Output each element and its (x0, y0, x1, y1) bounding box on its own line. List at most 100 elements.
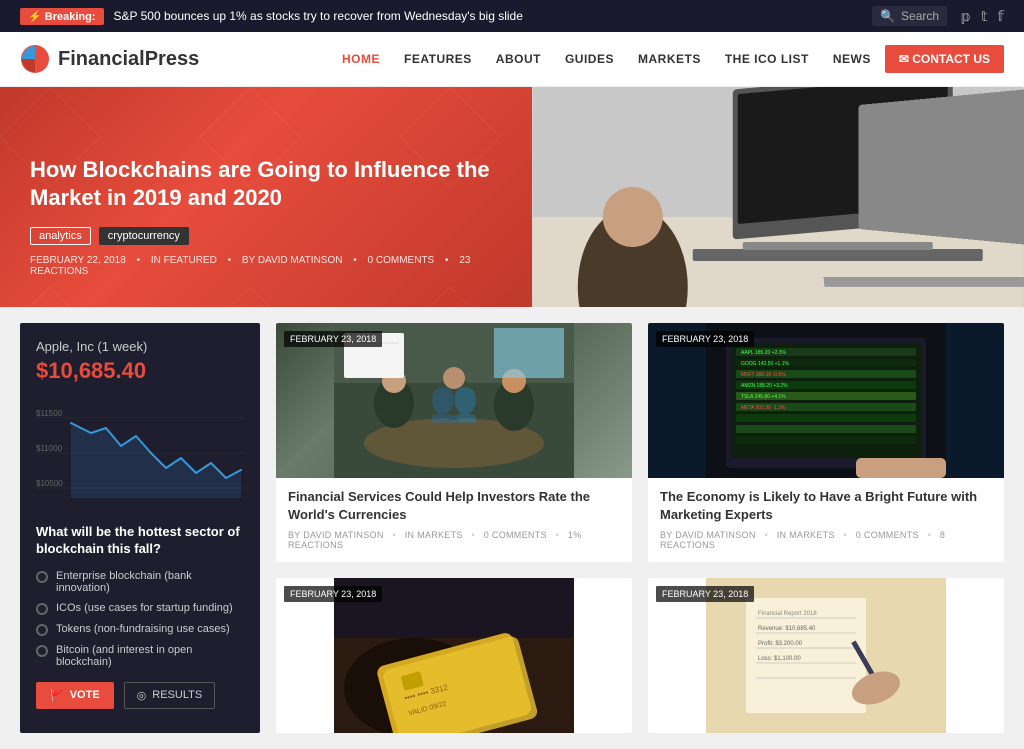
vote-label: VOTE (70, 689, 100, 701)
breaking-text: S&P 500 bounces up 1% as stocks try to r… (114, 9, 523, 23)
svg-text:$10500: $10500 (36, 479, 63, 488)
logo[interactable]: FinancialPress (20, 44, 199, 74)
article-date-4: FEBRUARY 23, 2018 (656, 586, 754, 602)
article-img-4: Financial Report 2018 Revenue: $10,685.4… (648, 578, 1004, 733)
article-meta-2: BY DAVID MATINSON • IN MARKETS • 0 COMME… (660, 530, 992, 550)
hero-date: FEBRUARY 22, 2018 (30, 255, 126, 266)
poll-option-1[interactable]: Enterprise blockchain (bank innovation) (36, 570, 244, 594)
header: FinancialPress HOME FEATURES ABOUT GUIDE… (0, 32, 1024, 87)
poll-option-4-label: Bitcoin (and interest in open blockchain… (56, 644, 244, 668)
poll-radio-1[interactable] (36, 571, 48, 583)
nav-guides[interactable]: GUIDES (555, 46, 624, 72)
stock-price: $10,685.40 (36, 358, 244, 384)
svg-text:META 502.30 -1.2%: META 502.30 -1.2% (741, 405, 786, 411)
search-icon: 🔍 (880, 9, 895, 23)
svg-text:$11000: $11000 (36, 444, 63, 453)
article-title-2: The Economy is Likely to Have a Bright F… (660, 488, 992, 524)
nav-about[interactable]: ABOUT (486, 46, 551, 72)
hero-meta: FEBRUARY 22, 2018 • IN FEATURED • BY DAV… (30, 255, 502, 277)
hero-author: BY DAVID MATINSON (242, 255, 343, 266)
results-label: RESULTS (152, 689, 202, 701)
breaking-left: ⚡ Breaking: S&P 500 bounces up 1% as sto… (20, 8, 523, 25)
poll-title: What will be the hottest sector of block… (36, 524, 244, 558)
search-bar[interactable]: 🔍 Search (872, 6, 947, 26)
stock-name: Apple, Inc (1 week) (36, 339, 244, 354)
article-card-4[interactable]: Financial Report 2018 Revenue: $10,685.4… (648, 578, 1004, 733)
article-card-2[interactable]: AAPL 185.20 +2.3% GOOG 142.50 +1.1% MSFT… (648, 323, 1004, 562)
svg-text:Financial Report 2018: Financial Report 2018 (758, 611, 817, 617)
search-placeholder: Search (901, 9, 939, 23)
article-title-1: Financial Services Could Help Investors … (288, 488, 620, 524)
twitter-icon[interactable]: 𝕥 (981, 8, 988, 25)
article-img-2: AAPL 185.20 +2.3% GOOG 142.50 +1.1% MSFT… (648, 323, 1004, 478)
breaking-label: ⚡ Breaking: (20, 8, 104, 25)
breaking-bar: ⚡ Breaking: S&P 500 bounces up 1% as sto… (0, 0, 1024, 32)
article-date-1: FEBRUARY 23, 2018 (284, 331, 382, 347)
hero-content: How Blockchains are Going to Influence t… (0, 87, 532, 307)
hero-dot1: • (137, 255, 141, 266)
article-meta-1: BY DAVID MATINSON • IN MARKETS • 0 COMME… (288, 530, 620, 550)
svg-text:Loss: $1,100.00: Loss: $1,100.00 (758, 656, 801, 662)
hero-tag-crypto[interactable]: cryptocurrency (99, 227, 189, 245)
facebook-icon[interactable]: 𝕗 (997, 8, 1004, 25)
pinterest-icon[interactable]: 𝕡 (961, 8, 971, 25)
article-section-1: IN MARKETS (405, 530, 463, 540)
logo-text-bold: Press (145, 48, 200, 70)
svg-text:GOOG 142.50 +1.1%: GOOG 142.50 +1.1% (741, 361, 789, 367)
article-date-3: FEBRUARY 23, 2018 (284, 586, 382, 602)
poll-option-2-label: ICOs (use cases for startup funding) (56, 602, 233, 614)
chart-icon: ◎ (137, 689, 147, 702)
poll-radio-4[interactable] (36, 645, 48, 657)
nav-markets[interactable]: MARKETS (628, 46, 711, 72)
poll-buttons: 🚩 VOTE ◎ RESULTS (36, 682, 244, 709)
nav-news[interactable]: NEWS (823, 46, 881, 72)
hero-section: IN FEATURED (151, 255, 217, 266)
svg-text:TSLA 245.80 +4.1%: TSLA 245.80 +4.1% (741, 394, 786, 400)
poll-option-3[interactable]: Tokens (non-fundraising use cases) (36, 623, 244, 636)
nav-features[interactable]: FEATURES (394, 46, 482, 72)
hero-comments: 0 COMMENTS (368, 255, 435, 266)
svg-text:$11500: $11500 (36, 409, 63, 418)
article-comments-1: 0 COMMENTS (484, 530, 547, 540)
poll-radio-2[interactable] (36, 603, 48, 615)
results-button[interactable]: ◎ RESULTS (124, 682, 216, 709)
hero-scene-bg (532, 87, 1024, 307)
hero-tags: analytics cryptocurrency (30, 227, 502, 245)
logo-text: FinancialPress (58, 48, 199, 71)
article-date-2: FEBRUARY 23, 2018 (656, 331, 754, 347)
hero-dot2: • (228, 255, 232, 266)
article-card-1[interactable]: FEBRUARY 23, 2018 Financial Services Cou… (276, 323, 632, 562)
article-author-2: BY DAVID MATINSON (660, 530, 756, 540)
nav-ico-list[interactable]: THE ICO LIST (715, 46, 819, 72)
svg-text:AAPL 185.20 +2.3%: AAPL 185.20 +2.3% (741, 350, 787, 356)
social-icons: 𝕡 𝕥 𝕗 (961, 8, 1004, 25)
main-content: Apple, Inc (1 week) $10,685.40 $11500 $1… (0, 307, 1024, 749)
svg-text:MSFT 380.10 -0.5%: MSFT 380.10 -0.5% (741, 372, 786, 378)
poll-option-3-label: Tokens (non-fundraising use cases) (56, 623, 230, 635)
hero-section: How Blockchains are Going to Influence t… (0, 87, 1024, 307)
vote-button[interactable]: 🚩 VOTE (36, 682, 114, 709)
nav-home[interactable]: HOME (332, 46, 390, 72)
sidebar: Apple, Inc (1 week) $10,685.40 $11500 $1… (20, 323, 260, 733)
poll-option-4[interactable]: Bitcoin (and interest in open blockchain… (36, 644, 244, 668)
article-card-3[interactable]: •••• •••• 3312 VALID 09/22 FEBRUARY 23, … (276, 578, 632, 733)
svg-text:AMZN 188.20 +3.2%: AMZN 188.20 +3.2% (741, 383, 788, 389)
poll-option-2[interactable]: ICOs (use cases for startup funding) (36, 602, 244, 615)
article-body-2: The Economy is Likely to Have a Bright F… (648, 478, 1004, 562)
svg-text:Profit: $3,200.00: Profit: $3,200.00 (758, 641, 803, 647)
article-author-1: BY DAVID MATINSON (288, 530, 384, 540)
article-comments-2: 0 COMMENTS (856, 530, 919, 540)
logo-icon (20, 44, 50, 74)
poll-radio-3[interactable] (36, 624, 48, 636)
contact-button[interactable]: ✉ CONTACT US (885, 45, 1004, 73)
logo-text-normal: Financial (58, 48, 145, 70)
articles-grid: FEBRUARY 23, 2018 Financial Services Cou… (276, 323, 1004, 733)
article-img-1: FEBRUARY 23, 2018 (276, 323, 632, 478)
breaking-right: 🔍 Search 𝕡 𝕥 𝕗 (872, 6, 1004, 26)
hero-tag-analytics[interactable]: analytics (30, 227, 91, 245)
hero-title: How Blockchains are Going to Influence t… (30, 156, 502, 213)
hero-dot3: • (353, 255, 357, 266)
hero-image (532, 87, 1024, 307)
poll-section: What will be the hottest sector of block… (36, 524, 244, 709)
article-body-1: Financial Services Could Help Investors … (276, 478, 632, 562)
